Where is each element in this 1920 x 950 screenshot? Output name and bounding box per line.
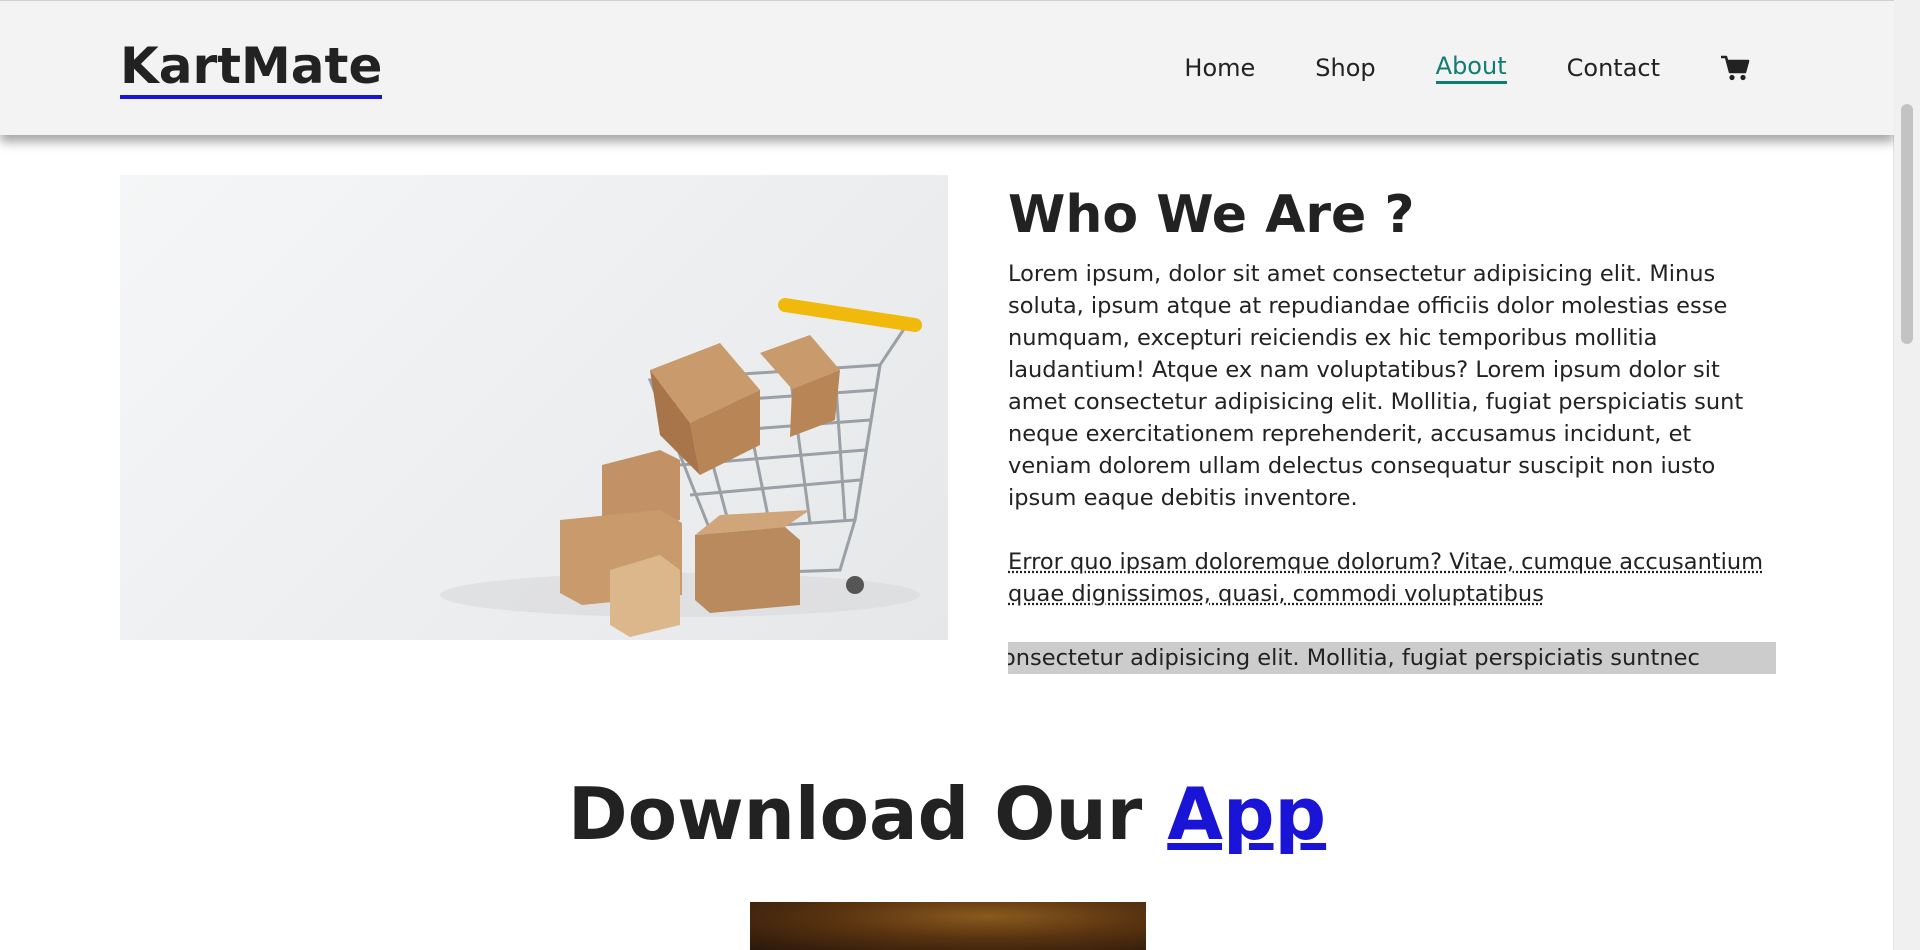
marquee-content: or sit amet consectetur adipisicing elit… xyxy=(1008,645,1700,671)
shopping-cart-image xyxy=(120,175,948,640)
marquee-text: or sit amet consectetur adipisicing elit… xyxy=(1008,642,1776,674)
download-app-link[interactable]: App xyxy=(1167,772,1326,856)
nav-contact[interactable]: Contact xyxy=(1567,53,1660,83)
vertical-scrollbar[interactable] xyxy=(1893,0,1920,950)
nav-shop[interactable]: Shop xyxy=(1315,53,1375,83)
about-section: Who We Are ? Lorem ipsum, dolor sit amet… xyxy=(1008,180,1776,674)
site-header: KartMate Home Shop About Contact xyxy=(0,0,1894,135)
about-title: Who We Are ? xyxy=(1008,185,1415,245)
shopping-cart-icon[interactable] xyxy=(1720,54,1750,82)
page: KartMate Home Shop About Contact Who We … xyxy=(0,0,1894,950)
main-nav: Home Shop About Contact xyxy=(1124,51,1750,84)
download-title-prefix: Download Our xyxy=(567,772,1168,856)
download-title: Download Our App xyxy=(0,766,1894,862)
nav-home[interactable]: Home xyxy=(1184,53,1255,83)
logo-link[interactable]: KartMate xyxy=(120,37,383,99)
app-promo-image xyxy=(750,902,1146,950)
about-paragraph: Lorem ipsum, dolor sit amet consectetur … xyxy=(1008,261,1744,511)
scrollbar-thumb[interactable] xyxy=(1901,104,1913,344)
nav-about[interactable]: About xyxy=(1435,51,1507,84)
about-link[interactable]: Error quo ipsam doloremque dolorum? Vita… xyxy=(1008,546,1776,610)
